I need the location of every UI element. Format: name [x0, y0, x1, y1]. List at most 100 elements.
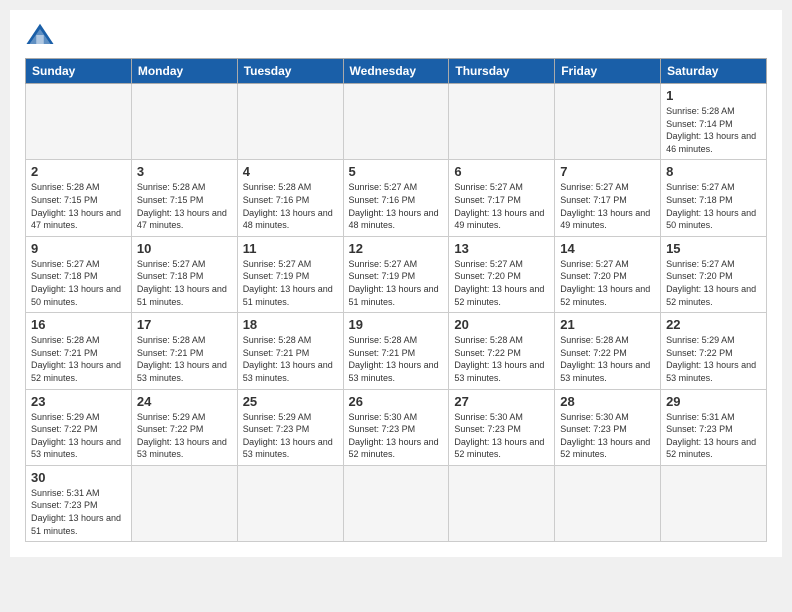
day-info: Sunrise: 5:29 AM Sunset: 7:23 PM Dayligh…: [243, 411, 338, 461]
day-number: 17: [137, 317, 232, 332]
day-number: 13: [454, 241, 549, 256]
calendar-cell: 10 Sunrise: 5:27 AM Sunset: 7:18 PM Dayli…: [131, 236, 237, 312]
day-info: Sunrise: 5:27 AM Sunset: 7:20 PM Dayligh…: [666, 258, 761, 308]
calendar-cell: 4 Sunrise: 5:28 AM Sunset: 7:16 PM Daylig…: [237, 160, 343, 236]
weekday-header-thursday: Thursday: [449, 59, 555, 84]
calendar-cell: 12 Sunrise: 5:27 AM Sunset: 7:19 PM Dayli…: [343, 236, 449, 312]
day-number: 30: [31, 470, 126, 485]
weekday-header-friday: Friday: [555, 59, 661, 84]
calendar-cell: [237, 84, 343, 160]
day-number: 14: [560, 241, 655, 256]
day-info: Sunrise: 5:29 AM Sunset: 7:22 PM Dayligh…: [137, 411, 232, 461]
day-info: Sunrise: 5:29 AM Sunset: 7:22 PM Dayligh…: [31, 411, 126, 461]
calendar-cell: 7 Sunrise: 5:27 AM Sunset: 7:17 PM Daylig…: [555, 160, 661, 236]
day-info: Sunrise: 5:27 AM Sunset: 7:17 PM Dayligh…: [560, 181, 655, 231]
calendar-cell: 28 Sunrise: 5:30 AM Sunset: 7:23 PM Dayli…: [555, 389, 661, 465]
weekday-header-saturday: Saturday: [661, 59, 767, 84]
day-info: Sunrise: 5:27 AM Sunset: 7:19 PM Dayligh…: [243, 258, 338, 308]
day-number: 1: [666, 88, 761, 103]
calendar-cell: [449, 465, 555, 541]
calendar-cell: 27Sunrise: 5:30 AM Sunset: 7:23 PM Dayli…: [449, 389, 555, 465]
calendar-cell: 29Sunrise: 5:31 AM Sunset: 7:23 PM Dayli…: [661, 389, 767, 465]
day-info: Sunrise: 5:28 AM Sunset: 7:16 PM Dayligh…: [243, 181, 338, 231]
day-number: 11: [243, 241, 338, 256]
calendar-cell: 8Sunrise: 5:27 AM Sunset: 7:18 PM Daylig…: [661, 160, 767, 236]
calendar-cell: [343, 84, 449, 160]
calendar-cell: [555, 84, 661, 160]
calendar-week-4: 23 Sunrise: 5:29 AM Sunset: 7:22 PM Dayli…: [26, 389, 767, 465]
calendar-cell: 17 Sunrise: 5:28 AM Sunset: 7:21 PM Dayli…: [131, 313, 237, 389]
weekday-header-wednesday: Wednesday: [343, 59, 449, 84]
day-number: 27: [454, 394, 549, 409]
calendar-cell: 5 Sunrise: 5:27 AM Sunset: 7:16 PM Daylig…: [343, 160, 449, 236]
day-number: 19: [349, 317, 444, 332]
calendar-cell: 30 Sunrise: 5:31 AM Sunset: 7:23 PM Dayli…: [26, 465, 132, 541]
calendar-cell: [343, 465, 449, 541]
calendar-cell: 13 Sunrise: 5:27 AM Sunset: 7:20 PM Dayli…: [449, 236, 555, 312]
day-number: 24: [137, 394, 232, 409]
day-info: Sunrise: 5:27 AM Sunset: 7:19 PM Dayligh…: [349, 258, 444, 308]
day-number: 6: [454, 164, 549, 179]
calendar-cell: 19 Sunrise: 5:28 AM Sunset: 7:21 PM Dayli…: [343, 313, 449, 389]
calendar-cell: 25 Sunrise: 5:29 AM Sunset: 7:23 PM Dayli…: [237, 389, 343, 465]
logo-icon: [25, 20, 55, 50]
calendar-week-0: 1Sunrise: 5:28 AM Sunset: 7:14 PM Daylig…: [26, 84, 767, 160]
calendar-cell: 20Sunrise: 5:28 AM Sunset: 7:22 PM Dayli…: [449, 313, 555, 389]
calendar-cell: 15Sunrise: 5:27 AM Sunset: 7:20 PM Dayli…: [661, 236, 767, 312]
day-info: Sunrise: 5:28 AM Sunset: 7:22 PM Dayligh…: [454, 334, 549, 384]
calendar-cell: 2 Sunrise: 5:28 AM Sunset: 7:15 PM Daylig…: [26, 160, 132, 236]
day-number: 28: [560, 394, 655, 409]
calendar-cell: 3Sunrise: 5:28 AM Sunset: 7:15 PM Daylig…: [131, 160, 237, 236]
calendar-cell: [449, 84, 555, 160]
calendar-cell: 26Sunrise: 5:30 AM Sunset: 7:23 PM Dayli…: [343, 389, 449, 465]
day-info: Sunrise: 5:28 AM Sunset: 7:21 PM Dayligh…: [137, 334, 232, 384]
day-number: 7: [560, 164, 655, 179]
day-number: 21: [560, 317, 655, 332]
day-number: 4: [243, 164, 338, 179]
calendar-cell: [661, 465, 767, 541]
calendar-week-1: 2 Sunrise: 5:28 AM Sunset: 7:15 PM Daylig…: [26, 160, 767, 236]
logo: [25, 20, 59, 50]
day-number: 23: [31, 394, 126, 409]
day-number: 29: [666, 394, 761, 409]
day-number: 2: [31, 164, 126, 179]
day-number: 25: [243, 394, 338, 409]
day-info: Sunrise: 5:30 AM Sunset: 7:23 PM Dayligh…: [560, 411, 655, 461]
calendar-cell: [237, 465, 343, 541]
day-info: Sunrise: 5:27 AM Sunset: 7:20 PM Dayligh…: [454, 258, 549, 308]
day-info: Sunrise: 5:28 AM Sunset: 7:15 PM Dayligh…: [137, 181, 232, 231]
day-number: 18: [243, 317, 338, 332]
calendar-cell: 16 Sunrise: 5:28 AM Sunset: 7:21 PM Dayli…: [26, 313, 132, 389]
day-info: Sunrise: 5:27 AM Sunset: 7:16 PM Dayligh…: [349, 181, 444, 231]
calendar-cell: [555, 465, 661, 541]
calendar-cell: [131, 84, 237, 160]
calendar-cell: 1Sunrise: 5:28 AM Sunset: 7:14 PM Daylig…: [661, 84, 767, 160]
calendar-cell: 22Sunrise: 5:29 AM Sunset: 7:22 PM Dayli…: [661, 313, 767, 389]
day-number: 16: [31, 317, 126, 332]
calendar-cell: 24 Sunrise: 5:29 AM Sunset: 7:22 PM Dayli…: [131, 389, 237, 465]
calendar-cell: 6Sunrise: 5:27 AM Sunset: 7:17 PM Daylig…: [449, 160, 555, 236]
weekday-header-tuesday: Tuesday: [237, 59, 343, 84]
weekday-header-monday: Monday: [131, 59, 237, 84]
calendar-week-3: 16 Sunrise: 5:28 AM Sunset: 7:21 PM Dayli…: [26, 313, 767, 389]
day-info: Sunrise: 5:28 AM Sunset: 7:15 PM Dayligh…: [31, 181, 126, 231]
day-number: 5: [349, 164, 444, 179]
day-info: Sunrise: 5:27 AM Sunset: 7:18 PM Dayligh…: [31, 258, 126, 308]
weekday-header-row: SundayMondayTuesdayWednesdayThursdayFrid…: [26, 59, 767, 84]
calendar-cell: [131, 465, 237, 541]
calendar-cell: 18 Sunrise: 5:28 AM Sunset: 7:21 PM Dayli…: [237, 313, 343, 389]
day-info: Sunrise: 5:27 AM Sunset: 7:20 PM Dayligh…: [560, 258, 655, 308]
calendar-cell: 11 Sunrise: 5:27 AM Sunset: 7:19 PM Dayli…: [237, 236, 343, 312]
calendar-cell: 14 Sunrise: 5:27 AM Sunset: 7:20 PM Dayli…: [555, 236, 661, 312]
day-number: 10: [137, 241, 232, 256]
day-info: Sunrise: 5:28 AM Sunset: 7:21 PM Dayligh…: [349, 334, 444, 384]
day-number: 22: [666, 317, 761, 332]
day-info: Sunrise: 5:31 AM Sunset: 7:23 PM Dayligh…: [31, 487, 126, 537]
day-number: 12: [349, 241, 444, 256]
day-info: Sunrise: 5:30 AM Sunset: 7:23 PM Dayligh…: [349, 411, 444, 461]
day-info: Sunrise: 5:27 AM Sunset: 7:18 PM Dayligh…: [137, 258, 232, 308]
day-info: Sunrise: 5:28 AM Sunset: 7:21 PM Dayligh…: [243, 334, 338, 384]
day-info: Sunrise: 5:28 AM Sunset: 7:21 PM Dayligh…: [31, 334, 126, 384]
day-info: Sunrise: 5:27 AM Sunset: 7:18 PM Dayligh…: [666, 181, 761, 231]
header: [25, 20, 767, 50]
